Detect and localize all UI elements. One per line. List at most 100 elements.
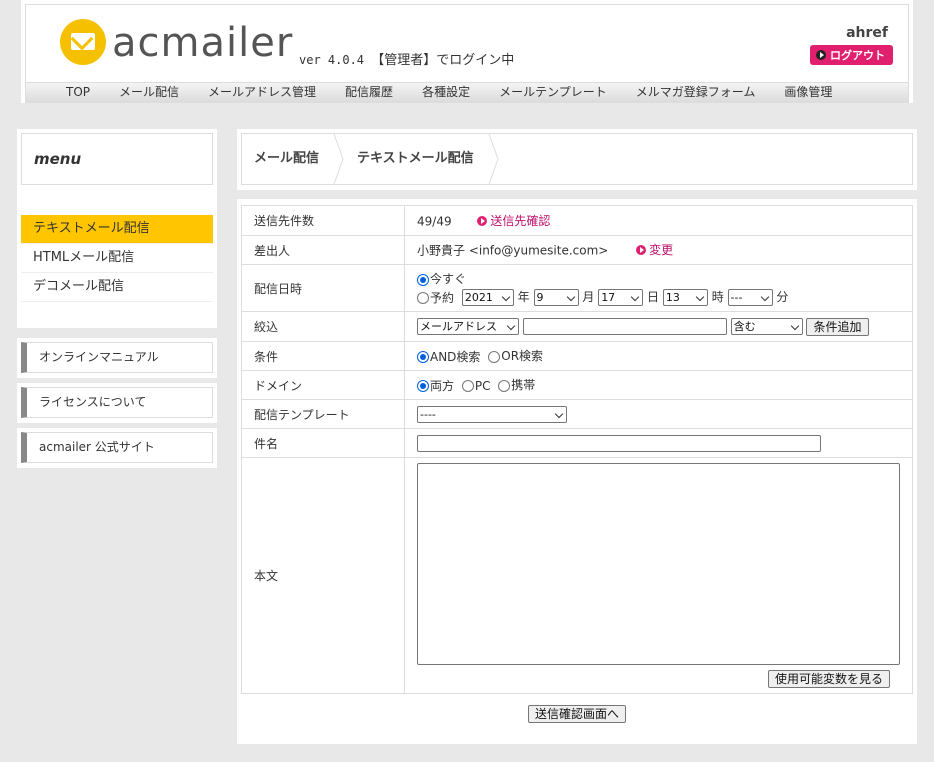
hour-unit: 時 (711, 290, 724, 304)
sidebar-link-manual-box: オンラインマニュアル (17, 338, 217, 378)
domain-both-radio[interactable] (417, 379, 429, 392)
domain-mobile-radio[interactable] (498, 379, 511, 392)
minute-select[interactable]: --- (727, 289, 773, 306)
sender-cell: 小野貴子 <info@yumesite.com> 変更 (404, 235, 913, 265)
mail-envelope-icon (60, 19, 106, 65)
day-unit: 日 (647, 290, 660, 304)
hour-select[interactable]: 13 (662, 289, 708, 306)
play-icon (816, 50, 826, 60)
schedule-label: 配信日時 (241, 264, 405, 312)
row-template: 配信テンプレート ---- (241, 399, 913, 429)
schedule-cell: 今すぐ 予約 2021 年 9 月 17 日 13 時 --- 分 (404, 264, 913, 312)
sidebar-item-deco-mail[interactable]: デコメール配信 (21, 273, 213, 302)
version-number: ver 4.0.4 (299, 53, 365, 67)
sidebar-link-official-box: acmailer 公式サイト (17, 428, 217, 468)
subject-label: 件名 (241, 428, 405, 458)
domain-cell: 両方 PC 携帯 (404, 370, 913, 400)
breadcrumb-item-text-mail: テキストメール配信 (357, 151, 474, 166)
row-subject: 件名 (241, 428, 913, 458)
domain-mobile-label: 携帯 (511, 378, 536, 392)
menu-list: テキストメール配信 HTMLメール配信 デコメール配信 (21, 215, 213, 302)
sidebar-link-license-box: ライセンスについて (17, 383, 217, 423)
nav-item-settings[interactable]: 各種設定 (422, 83, 470, 102)
template-select[interactable]: ---- (417, 405, 567, 423)
year-select[interactable]: 2021 (461, 289, 514, 306)
day-select[interactable]: 17 (598, 289, 644, 306)
breadcrumb-bar: メール配信 テキストメール配信 (241, 133, 913, 185)
login-status: 【管理者】でログイン中 (371, 53, 515, 68)
send-confirm-button[interactable]: 送信確認画面へ (527, 705, 626, 723)
send-now-radio[interactable] (417, 273, 429, 286)
sidebar-item-text-mail[interactable]: テキストメール配信 (21, 215, 213, 244)
condition-label: 条件 (241, 341, 405, 371)
recipients-label: 送信先件数 (241, 205, 405, 236)
logout-button[interactable]: ログアウト (810, 45, 893, 65)
sidebar-item-html-mail[interactable]: HTMLメール配信 (21, 244, 213, 273)
filter-value-input[interactable] (522, 318, 727, 335)
row-schedule: 配信日時 今すぐ 予約 2021 年 9 月 17 日 13 時 --- 分 (241, 264, 913, 312)
or-search-radio[interactable] (488, 350, 501, 363)
domain-pc-radio[interactable] (461, 379, 474, 392)
month-unit: 月 (582, 290, 595, 304)
change-sender-label: 変更 (649, 243, 674, 258)
nav-item-images[interactable]: 画像管理 (784, 83, 832, 102)
confirm-recipients-link[interactable]: 送信先確認 (477, 212, 550, 229)
filter-field-select[interactable]: メールアドレス (417, 318, 519, 335)
row-domain: ドメイン 両方 PC 携帯 (241, 370, 913, 400)
domain-both-label: 両方 (430, 379, 455, 393)
row-condition: 条件 AND検索 OR検索 (241, 341, 913, 371)
nav-item-history[interactable]: 配信履歴 (345, 83, 393, 102)
sender-label: 差出人 (241, 235, 405, 265)
breadcrumb: メール配信 テキストメール配信 (237, 129, 917, 190)
and-search-label: AND検索 (430, 350, 481, 364)
nav-item-mail-delivery[interactable]: メール配信 (119, 83, 179, 102)
condition-cell: AND検索 OR検索 (404, 341, 913, 371)
main-nav: TOP メール配信 メールアドレス管理 配信履歴 各種設定 メールテンプレート … (25, 82, 909, 103)
subject-cell (404, 428, 913, 458)
body-textarea[interactable] (417, 463, 900, 665)
filter-label: 絞込 (241, 311, 405, 342)
change-sender-link[interactable]: 変更 (636, 241, 673, 258)
row-recipients: 送信先件数 49/49 送信先確認 (241, 205, 913, 236)
and-search-radio[interactable] (417, 350, 429, 363)
domain-pc-label: PC (474, 378, 491, 393)
breadcrumb-item-mail-delivery[interactable]: メール配信 (242, 134, 333, 184)
filter-operator-select[interactable]: 含む (730, 318, 803, 335)
year-unit: 年 (517, 290, 530, 304)
mail-form-panel: 送信先件数 49/49 送信先確認 差出人 小野貴子 <info@yumesit… (237, 199, 917, 744)
nav-item-templates[interactable]: メールテンプレート (499, 83, 607, 102)
reserve-radio[interactable] (417, 291, 429, 304)
add-condition-button[interactable]: 条件追加 (806, 317, 869, 336)
sidebar-link-license[interactable]: ライセンスについて (21, 387, 213, 418)
breadcrumb-separator (333, 134, 344, 184)
mail-form-table: 送信先件数 49/49 送信先確認 差出人 小野貴子 <info@yumesit… (241, 205, 913, 694)
nav-item-address-management[interactable]: メールアドレス管理 (208, 83, 316, 102)
confirm-recipients-label: 送信先確認 (490, 214, 551, 228)
sidebar-menu: menu テキストメール配信 HTMLメール配信 デコメール配信 (17, 129, 217, 328)
sender-value: 小野貴子 <info@yumesite.com> (417, 243, 609, 258)
row-body: 本文 使用可能変数を見る (241, 457, 913, 694)
row-filter: 絞込 メールアドレス 含む 条件追加 (241, 311, 913, 342)
recipients-count: 49/49 (417, 214, 452, 229)
logo[interactable]: acmailer (60, 19, 293, 65)
play-icon (636, 244, 647, 255)
subject-input[interactable] (417, 434, 821, 452)
filter-cell: メールアドレス 含む 条件追加 (404, 311, 913, 342)
sidebar-link-manual[interactable]: オンラインマニュアル (21, 342, 213, 373)
menu-title: menu (21, 133, 213, 185)
nav-item-signup-form[interactable]: メルマガ登録フォーム (636, 83, 756, 102)
month-select[interactable]: 9 (533, 289, 579, 306)
or-search-label: OR検索 (501, 349, 544, 363)
minute-unit: 分 (776, 290, 789, 304)
submit-row: 送信確認画面へ (237, 705, 917, 723)
available-variables-button[interactable]: 使用可能変数を見る (767, 670, 890, 688)
logout-label: ログアウト (830, 49, 885, 62)
header-panel: acmailer ver 4.0.4 【管理者】でログイン中 ahref ログア… (25, 4, 909, 82)
recipients-cell: 49/49 送信先確認 (404, 205, 913, 236)
play-icon (477, 215, 488, 226)
sidebar-link-official-site[interactable]: acmailer 公式サイト (21, 432, 213, 463)
user-name: ahref (846, 25, 888, 41)
domain-label: ドメイン (241, 370, 405, 400)
nav-item-top[interactable]: TOP (66, 83, 90, 102)
send-now-label: 今すぐ (430, 272, 467, 286)
